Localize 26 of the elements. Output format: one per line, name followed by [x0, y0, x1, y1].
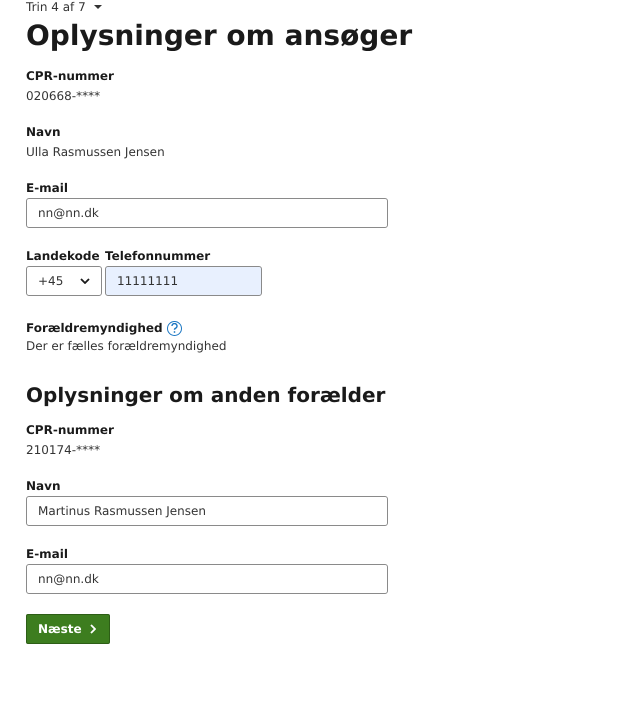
- input-field[interactable]: nn@nn.dk: [26, 564, 388, 594]
- input-field[interactable]: Martinus Rasmussen Jensen: [26, 496, 388, 526]
- country-code-select[interactable]: +45: [26, 266, 102, 296]
- field-label: Navn: [26, 478, 62, 494]
- field-label: Forældremyndighed: [26, 320, 163, 336]
- field-value: Ulla Rasmussen Jensen: [26, 144, 166, 160]
- section-heading: Oplysninger om ansøger: [26, 18, 414, 54]
- section-heading: Oplysninger om anden forælder: [26, 382, 386, 408]
- field-label: Landekode: [26, 248, 101, 264]
- next-button[interactable]: Næste: [26, 614, 110, 644]
- caret-icon: [94, 5, 102, 9]
- field-value: 210174-****: [26, 442, 102, 458]
- chevron-down-icon: [80, 278, 90, 284]
- field-value: 020668-****: [26, 88, 102, 104]
- input-field[interactable]: nn@nn.dk: [26, 198, 388, 228]
- field-label: E-mail: [26, 546, 70, 562]
- field-label: CPR-nummer: [26, 422, 115, 438]
- help-icon[interactable]: [166, 320, 182, 336]
- field-value: Der er fælles forældremyndighed: [26, 338, 228, 354]
- phone-input-field[interactable]: 11111111: [105, 266, 262, 296]
- field-label: Telefonnummer: [105, 248, 210, 264]
- chevron-right-icon: [90, 624, 96, 634]
- field-label: Navn: [26, 124, 62, 140]
- field-label: CPR-nummer: [26, 68, 115, 84]
- field-label: E-mail: [26, 180, 70, 196]
- step-dropdown[interactable]: Trin 4 af 7: [26, 0, 102, 14]
